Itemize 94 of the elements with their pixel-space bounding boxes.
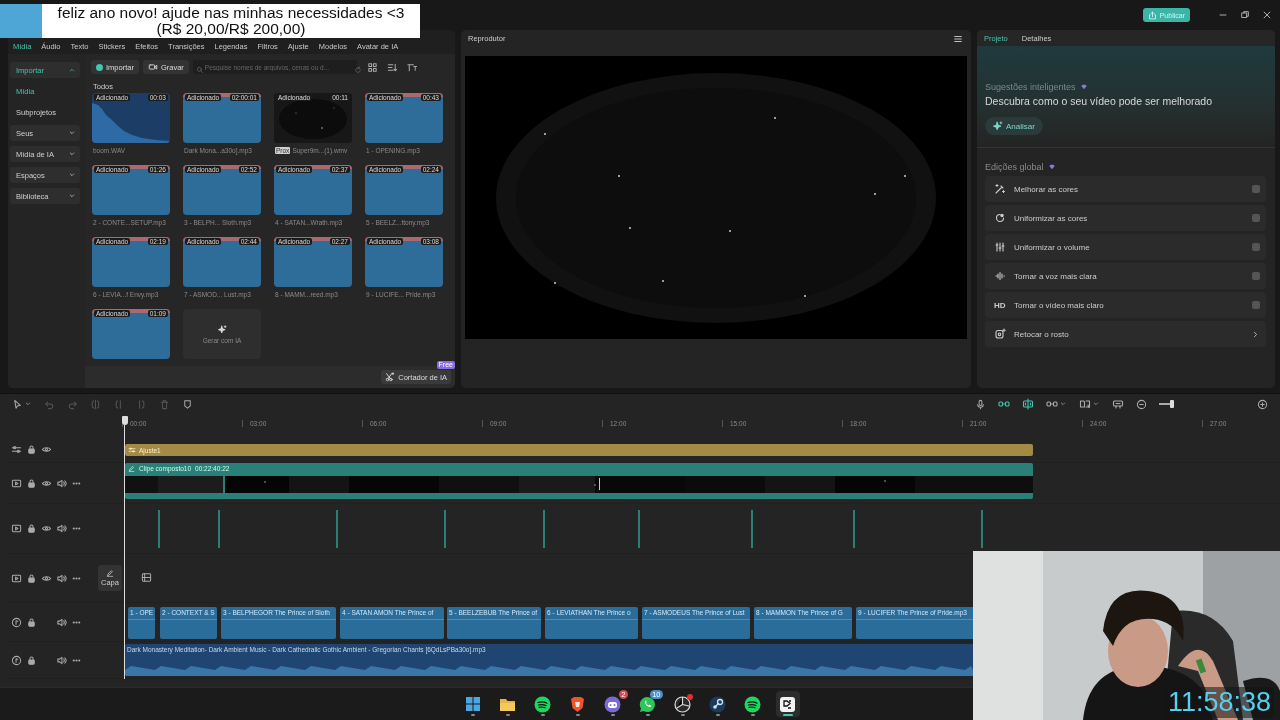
- chevron-right-icon: [1251, 329, 1260, 339]
- toggle-switch[interactable]: [1252, 272, 1260, 280]
- lock-icon[interactable]: [26, 616, 37, 628]
- lock-icon[interactable]: [26, 523, 37, 534]
- zoom-slider[interactable]: [1159, 401, 1173, 407]
- sliders-icon: [11, 443, 22, 455]
- video-track-icon: [11, 572, 22, 584]
- speaker-icon[interactable]: [56, 654, 67, 666]
- voice-icon: [994, 270, 1006, 282]
- chevron-icon: [68, 150, 76, 158]
- caption-icon[interactable]: [1112, 398, 1124, 410]
- marker-icon[interactable]: [182, 398, 193, 410]
- gem-icon: [1047, 163, 1056, 171]
- section-label: Edições global: [985, 162, 1044, 172]
- caret-icon[interactable]: [1059, 400, 1067, 408]
- palette-icon: [994, 212, 1006, 224]
- edit-option[interactable]: Melhorar as cores: [985, 176, 1266, 202]
- chevron-icon: [68, 129, 76, 137]
- section-label: Sugestões inteligentes: [985, 82, 1076, 92]
- link-icon[interactable]: [1046, 398, 1058, 410]
- edit-option[interactable]: HD Tornar o vídeo mais claro: [985, 292, 1266, 318]
- toggle-switch[interactable]: [1252, 301, 1260, 309]
- speaker-icon[interactable]: [56, 616, 67, 628]
- speaker-icon[interactable]: [56, 572, 67, 584]
- close-icon[interactable]: [1262, 10, 1272, 20]
- menu-icon[interactable]: [953, 33, 963, 44]
- lock-icon[interactable]: [26, 572, 37, 584]
- clip-divider: [218, 510, 220, 548]
- chevron-icon: [68, 192, 76, 200]
- edit-option[interactable]: Retocar o rosto: [985, 321, 1266, 347]
- cursor-icon[interactable]: [12, 398, 23, 410]
- edit-option[interactable]: Tornar a voz mais clara: [985, 263, 1266, 289]
- sliders-icon: [994, 241, 1006, 253]
- refresh-icon: [353, 66, 362, 74]
- playhead[interactable]: [121, 416, 128, 679]
- wand-icon: [994, 183, 1006, 195]
- audio-track-icon: [11, 616, 22, 628]
- clip-divider: [336, 510, 338, 548]
- hd-label: HD: [994, 300, 1006, 310]
- caret-icon[interactable]: [1092, 400, 1100, 408]
- toggle-switch[interactable]: [1252, 185, 1260, 193]
- face-icon: [994, 328, 1006, 340]
- magnet-icon[interactable]: [1022, 398, 1034, 410]
- link-icon[interactable]: [998, 398, 1010, 410]
- lock-icon[interactable]: [26, 477, 37, 489]
- clip-divider: [853, 510, 855, 548]
- toggle-switch[interactable]: [1252, 243, 1260, 251]
- pencil-icon: [106, 569, 114, 577]
- start-icon[interactable]: [464, 696, 481, 712]
- clip-divider: [158, 510, 160, 548]
- restore-icon[interactable]: [1240, 10, 1250, 20]
- sliders-icon: [128, 446, 136, 454]
- film-frame-icon: [141, 572, 152, 583]
- headline: Descubra como o seu vídeo pode ser melhorado: [985, 95, 1214, 107]
- sort-icon[interactable]: [385, 61, 398, 73]
- video-track-icon: [11, 477, 22, 489]
- sparkle-icon: [217, 324, 227, 334]
- chevron-icon: [68, 171, 76, 179]
- folder-icon[interactable]: [499, 696, 516, 712]
- grid-view-icon[interactable]: [366, 61, 378, 73]
- filter-icon[interactable]: [405, 61, 418, 73]
- banner-text: (R$ 20,00/R$ 200,00): [155, 21, 307, 37]
- edit-icon: [128, 465, 135, 472]
- banner-text: feliz ano novo! ajude nas minhas necessidades <3: [56, 5, 406, 21]
- lock-icon[interactable]: [26, 654, 37, 666]
- shield-icon[interactable]: [570, 695, 585, 713]
- zoom-in-icon[interactable]: [1257, 398, 1268, 410]
- analyze-button[interactable]: Analisar: [985, 117, 1043, 135]
- clip-divider: [543, 510, 545, 548]
- mic-icon[interactable]: [975, 398, 986, 410]
- lock-icon[interactable]: [26, 443, 37, 455]
- camera-icon: [147, 62, 158, 72]
- sparkle-icon: [993, 121, 1003, 131]
- clip-divider: [751, 510, 753, 548]
- chevron-icon: [68, 66, 76, 74]
- edit-option[interactable]: Uniformizar o volume: [985, 234, 1266, 260]
- video-track-icon: [11, 523, 22, 534]
- clip-divider: [444, 510, 446, 548]
- speaker-icon[interactable]: [56, 477, 67, 489]
- search-icon: [195, 66, 204, 74]
- clip-divider: [981, 510, 983, 548]
- toggle-switch[interactable]: [1252, 214, 1260, 222]
- banner-accent: [0, 4, 42, 38]
- speaker-icon[interactable]: [56, 523, 67, 534]
- edit-option[interactable]: Uniformizar as cores: [985, 205, 1266, 231]
- clip-divider: [638, 510, 640, 548]
- audio-track-icon: [11, 654, 22, 666]
- slider-thumb[interactable]: [1169, 400, 1174, 408]
- gem-icon: [1079, 83, 1088, 91]
- scissors-icon: [385, 372, 396, 382]
- eye-icon[interactable]: [41, 523, 52, 534]
- zoom-out-icon[interactable]: [1136, 398, 1147, 410]
- caret-icon[interactable]: [24, 400, 32, 408]
- share-icon: [1147, 10, 1157, 20]
